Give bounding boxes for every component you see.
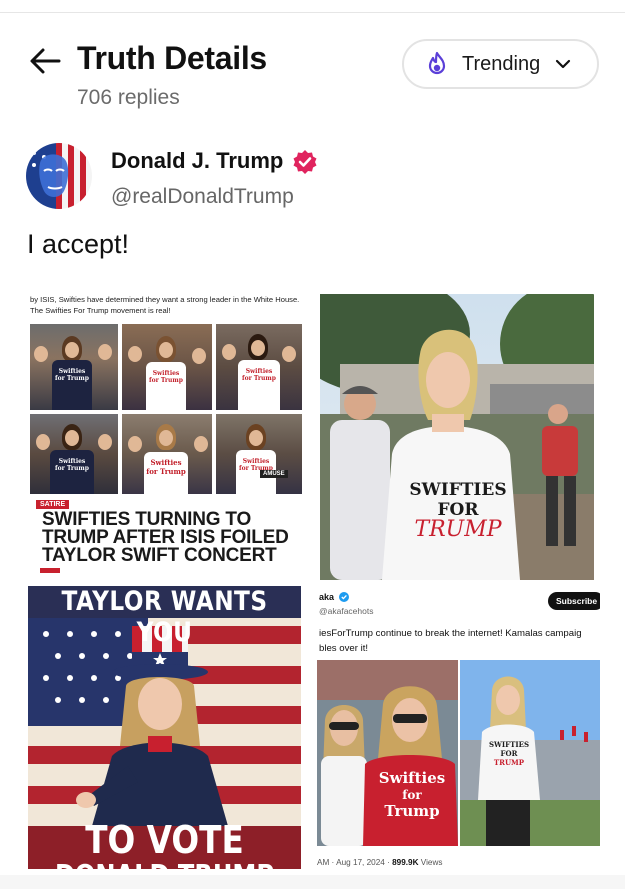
poster-headline: TAYLOR WANTS YOU bbox=[61, 586, 268, 648]
chevron-down-icon bbox=[556, 59, 571, 69]
grid-photo: Swifties for Trump AMUSE bbox=[216, 414, 302, 494]
author-handle[interactable]: @realDonaldTrump bbox=[111, 185, 294, 209]
flame-icon bbox=[428, 51, 446, 75]
grid-photo: Swifties for Trump bbox=[122, 324, 212, 410]
tweet-meta: AM · Aug 17, 2024 · 899.9K Views bbox=[317, 858, 443, 867]
verified-badge-icon bbox=[293, 150, 317, 174]
grid-photo: Swifties for Trump bbox=[30, 324, 118, 410]
author-name[interactable]: Donald J. Trump bbox=[111, 148, 283, 174]
tweet-subscribe-button[interactable]: Subscribe bbox=[548, 592, 600, 610]
bottom-bar bbox=[0, 875, 625, 889]
tweet-author-name: aka bbox=[319, 592, 335, 602]
media-tile-photo[interactable]: SWIFTIES FOR TRUMP bbox=[320, 294, 594, 580]
page-title: Truth Details bbox=[77, 40, 267, 76]
tweet-shirt-text-2: SWIFTIES FOR TRUMP bbox=[488, 740, 530, 767]
grid-photo: Swifties for Trump bbox=[216, 324, 302, 410]
back-arrow-icon[interactable] bbox=[28, 44, 62, 78]
tweet-photo: SWIFTIES FOR TRUMP bbox=[460, 660, 600, 846]
satire-badge: SATIRE bbox=[36, 500, 70, 509]
photo-grid: Swifties for Trump Swifties for Trump Swif… bbox=[30, 324, 302, 494]
watermark: AMUSE bbox=[260, 470, 288, 478]
grid-photo: Swifties for Trump bbox=[30, 414, 118, 494]
media-tile-tweet[interactable]: aka @akafacehots Subscribe iesForTrump c… bbox=[315, 588, 600, 873]
shirt-text: SWIFTIES FOR TRUMP bbox=[409, 480, 507, 542]
avatar-image bbox=[26, 143, 92, 209]
sort-label: Trending bbox=[462, 52, 541, 75]
media-tile-poster[interactable]: TAYLOR WANTS YOU TO VOTE FOR DONALD TRUM… bbox=[28, 586, 301, 869]
publisher-logo bbox=[40, 568, 60, 573]
media-tile-article[interactable]: by ISIS, Swifties have determined they w… bbox=[28, 292, 304, 580]
article-caption: by ISIS, Swifties have determined they w… bbox=[30, 295, 300, 315]
sort-dropdown[interactable]: Trending bbox=[402, 39, 599, 89]
avatar[interactable] bbox=[26, 143, 92, 209]
poster-tagline-2: DONALD TRUMP bbox=[47, 858, 282, 869]
top-divider bbox=[0, 12, 625, 13]
grid-photo: Swifties for Trump bbox=[122, 414, 212, 494]
tweet-photo: Swifties for Trump bbox=[317, 660, 458, 846]
article-headline: SWIFTIES TURNING TO TRUMP AFTER ISIS FOI… bbox=[42, 509, 289, 566]
post-text: I accept! bbox=[27, 229, 130, 259]
tweet-text: iesForTrump continue to break the intern… bbox=[319, 628, 582, 654]
tweet-shirt-text: Swifties for Trump bbox=[378, 769, 446, 820]
tweet-author-handle: @akafacehots bbox=[319, 606, 374, 616]
tweet-verified-icon bbox=[339, 592, 349, 602]
reply-count: 706 replies bbox=[77, 86, 180, 109]
